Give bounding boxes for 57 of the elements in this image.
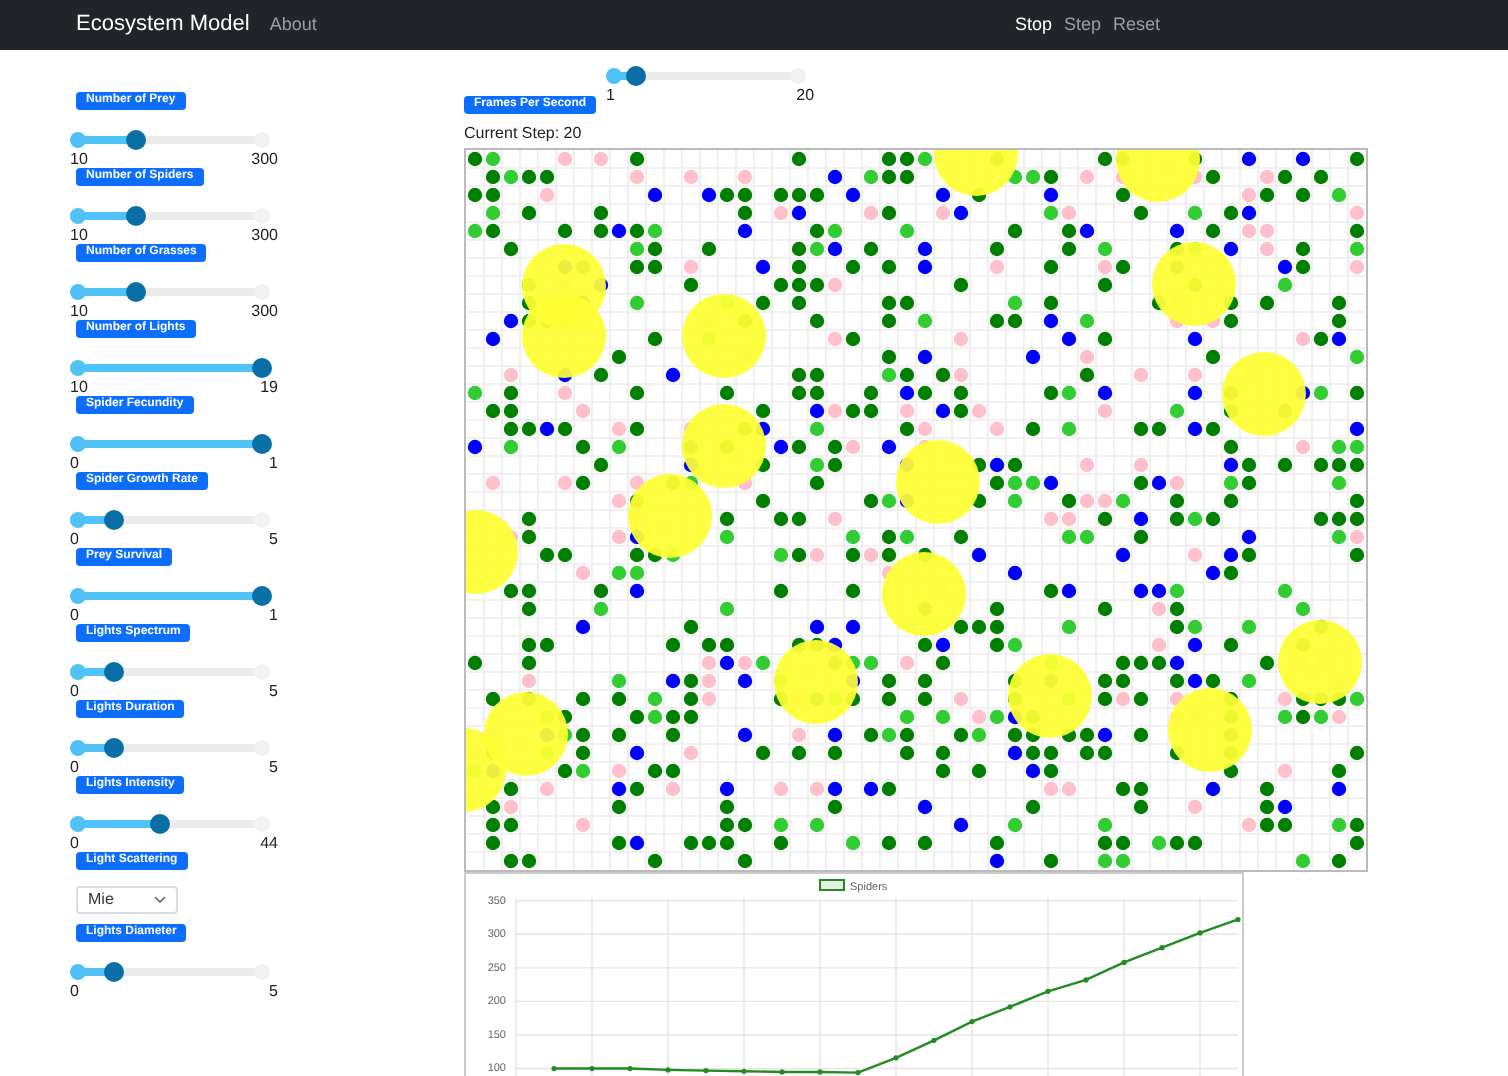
range-min: 0 <box>70 682 79 700</box>
range-min: 10 <box>70 302 88 320</box>
slider-thumb[interactable] <box>104 738 125 758</box>
range-max: 44 <box>260 834 278 852</box>
range-max: 300 <box>251 150 278 168</box>
range-min: 0 <box>70 606 79 624</box>
slider-thumb[interactable] <box>626 66 647 86</box>
range-min: 0 <box>70 834 79 852</box>
range-max: 5 <box>269 982 278 1000</box>
slider-thumb[interactable] <box>252 358 272 378</box>
slider[interactable] <box>70 662 270 682</box>
current-step: Current Step: 20 <box>464 124 1368 144</box>
slider[interactable] <box>70 586 270 606</box>
range-max: 300 <box>251 302 278 320</box>
range-max: 1 <box>269 606 278 624</box>
range-min: 1 <box>606 86 615 104</box>
slider-thumb[interactable] <box>252 586 272 606</box>
range-max: 5 <box>269 530 278 548</box>
range-min: 0 <box>70 454 79 472</box>
range-min: 0 <box>70 530 79 548</box>
slider[interactable] <box>70 434 270 454</box>
slider-thumb[interactable] <box>125 282 146 302</box>
slider[interactable] <box>606 66 807 86</box>
nav-link[interactable]: Reset <box>1112 11 1160 39</box>
slider[interactable] <box>70 510 270 530</box>
slider-thumb[interactable] <box>104 510 125 530</box>
nav-link[interactable]: Stop <box>1014 11 1052 39</box>
range-max: 19 <box>260 378 278 396</box>
range-max: 20 <box>796 86 815 104</box>
legend-swatch <box>819 879 845 891</box>
slider-thumb[interactable] <box>252 434 272 454</box>
range-max: 1 <box>269 454 278 472</box>
slider[interactable] <box>70 962 270 982</box>
chevron-icon <box>154 896 166 904</box>
range-min: 10 <box>70 378 88 396</box>
slider[interactable] <box>70 358 270 378</box>
range-max: 300 <box>251 226 278 244</box>
slider-thumb[interactable] <box>104 962 125 982</box>
scattering-select[interactable]: Mie <box>76 886 178 914</box>
range-min: 10 <box>70 150 88 168</box>
range-min: 0 <box>70 758 79 776</box>
slider-thumb[interactable] <box>150 814 171 834</box>
nav-link[interactable]: About <box>269 11 317 39</box>
slider[interactable] <box>70 206 270 226</box>
range-max: 5 <box>269 682 278 700</box>
brand[interactable]: Ecosystem Model <box>76 8 250 42</box>
slider-thumb[interactable] <box>125 130 146 150</box>
slider-thumb[interactable] <box>125 206 146 226</box>
slider-thumb[interactable] <box>104 662 125 682</box>
range-max: 5 <box>269 758 278 776</box>
range-min: 0 <box>70 982 79 1000</box>
slider[interactable] <box>70 130 270 150</box>
nav-link[interactable]: Step <box>1063 11 1101 39</box>
slider[interactable] <box>70 738 270 758</box>
slider[interactable] <box>70 814 270 834</box>
slider[interactable] <box>70 282 270 302</box>
range-min: 10 <box>70 226 88 244</box>
